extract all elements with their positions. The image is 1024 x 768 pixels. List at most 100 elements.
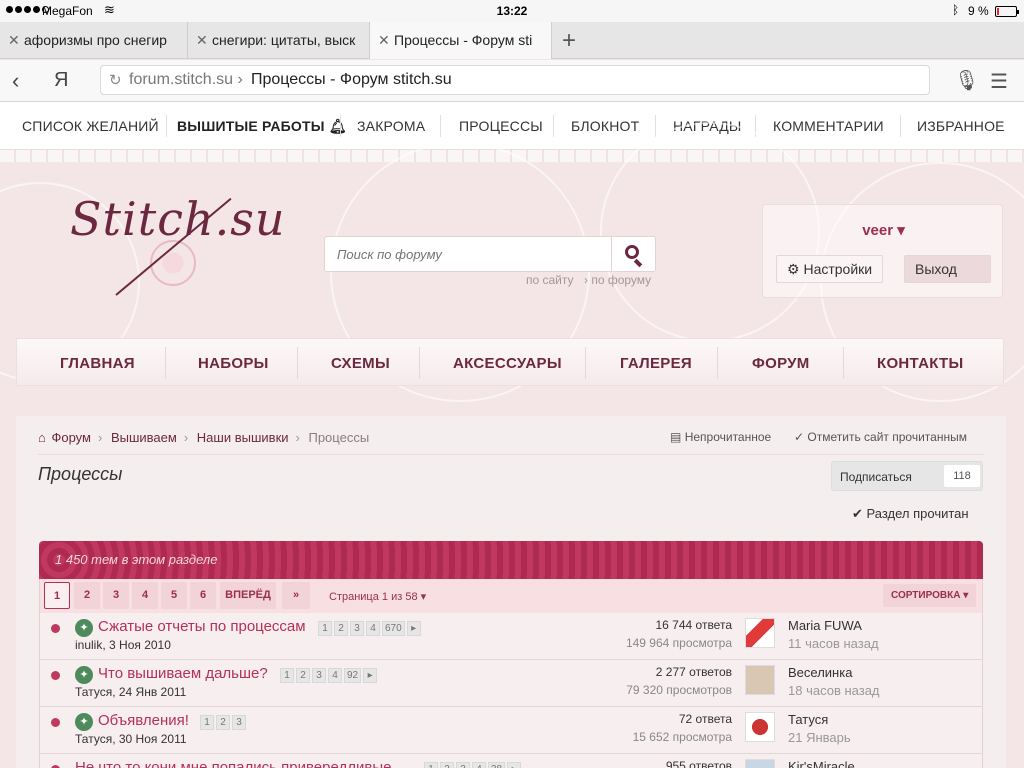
- thread-page-link[interactable]: 3: [232, 715, 246, 730]
- thread-page-link[interactable]: 2: [440, 762, 454, 768]
- gear-icon: ⚙: [787, 261, 800, 277]
- username-dropdown[interactable]: veer ▾: [763, 221, 1004, 239]
- search-input[interactable]: [325, 237, 611, 271]
- page-5[interactable]: 5: [161, 582, 187, 609]
- thread-page-link[interactable]: 3: [312, 668, 326, 683]
- nav-gallery[interactable]: ГАЛЕРЕЯ: [620, 355, 692, 372]
- sort-dropdown[interactable]: СОРТИРОВКА ▾: [883, 584, 977, 607]
- last-poster[interactable]: Татуся: [788, 712, 828, 727]
- next-page-button[interactable]: ВПЕРЁД: [220, 582, 276, 609]
- thread-page-link[interactable]: 670: [382, 621, 405, 636]
- nav-contacts[interactable]: КОНТАКТЫ: [877, 355, 963, 372]
- thread-page-link[interactable]: 1: [200, 715, 214, 730]
- topnav-notepad[interactable]: БЛОКНОТ: [571, 118, 639, 134]
- thread-page-link[interactable]: 1: [424, 762, 438, 768]
- thread-page-link[interactable]: 3: [350, 621, 364, 636]
- breadcrumb-forum[interactable]: Форум: [51, 430, 91, 445]
- nav-home[interactable]: ГЛАВНАЯ: [60, 355, 135, 372]
- thread-row[interactable]: ✦ Сжатые отчеты по процессам 1 2 3 4 670 ▸ in…: [39, 613, 983, 660]
- thread-page-link[interactable]: 4: [366, 621, 380, 636]
- search-scope-forum[interactable]: › по форуму: [584, 273, 651, 287]
- topnav-comments[interactable]: КОММЕНТАРИИ: [773, 118, 884, 134]
- battery-level: [997, 8, 999, 15]
- yandex-icon[interactable]: Я: [54, 69, 68, 92]
- close-tab-icon[interactable]: ✕: [8, 22, 20, 59]
- last-poster[interactable]: Kir'sMiracle: [788, 759, 855, 768]
- unread-link[interactable]: ▤ Непрочитанное: [670, 430, 771, 444]
- avatar[interactable]: [745, 759, 775, 768]
- thread-row[interactable]: ✦ Объявления! 123 Татуся, 30 Ноя 2011 72…: [39, 707, 983, 754]
- page-3[interactable]: 3: [103, 582, 129, 609]
- thread-row[interactable]: Не что то кони мне попались привередливы…: [39, 754, 983, 768]
- page-2[interactable]: 2: [74, 582, 100, 609]
- logout-button[interactable]: Выход: [904, 255, 991, 283]
- tab-active[interactable]: ✕ Процессы - Форум sti: [370, 22, 552, 59]
- thread-title[interactable]: Сжатые отчеты по процессам: [98, 618, 306, 635]
- topnav-processes[interactable]: ПРОЦЕССЫ: [459, 118, 543, 134]
- thread-author-date: inulik, 3 Ноя 2010: [75, 638, 171, 652]
- thread-title[interactable]: Не что то кони мне попались привередливы…: [75, 759, 404, 768]
- topnav-stash[interactable]: ЗАКРОМА: [357, 118, 425, 134]
- mark-read-link[interactable]: ✓ Отметить сайт прочитанным: [794, 430, 967, 444]
- thread-title[interactable]: Что вышиваем дальше?: [98, 665, 268, 682]
- page-6[interactable]: 6: [190, 582, 216, 609]
- thread-page-link[interactable]: 1: [318, 621, 332, 636]
- page-1[interactable]: 1: [44, 582, 70, 609]
- tab-title: афоризмы про снегир: [24, 32, 167, 48]
- topnav-favorites[interactable]: ИЗБРАННОЕ: [917, 118, 1005, 134]
- avatar[interactable]: [745, 712, 775, 742]
- last-poster[interactable]: Веселинка: [788, 665, 852, 680]
- close-tab-icon[interactable]: ✕: [196, 22, 208, 59]
- thread-page-link[interactable]: 38: [488, 762, 506, 768]
- last-post-time[interactable]: 21 Январь: [788, 730, 851, 745]
- thread-page-link[interactable]: 4: [472, 762, 486, 768]
- url-field[interactable]: ↻ forum.stitch.su › Процессы - Форум sti…: [100, 65, 930, 95]
- search-scope-site[interactable]: по сайту: [526, 273, 574, 287]
- tab[interactable]: ✕ снегири: цитаты, выск: [188, 22, 370, 59]
- back-icon[interactable]: ‹: [12, 68, 19, 94]
- site-logo[interactable]: Stitch.su: [70, 192, 285, 246]
- page-jump-dropdown[interactable]: Страница 1 из 58 ▾: [329, 590, 426, 603]
- last-page-button[interactable]: »: [282, 582, 310, 609]
- home-icon: ⌂: [38, 430, 46, 445]
- last-post-time[interactable]: 18 часов назад: [788, 683, 880, 698]
- topnav-embroidered[interactable]: ВЫШИТЫЕ РАБОТЫ 🔔︎: [177, 118, 347, 135]
- thread-page-arrow[interactable]: ▸: [363, 668, 378, 683]
- subscriber-count: 118: [944, 465, 980, 487]
- avatar[interactable]: [745, 665, 775, 695]
- new-tab-button[interactable]: +: [562, 22, 576, 59]
- thread-page-link[interactable]: 92: [344, 668, 362, 683]
- topnav-wishlist[interactable]: СПИСОК ЖЕЛАНИЙ: [22, 118, 159, 134]
- last-poster[interactable]: Maria FUWA: [788, 618, 862, 633]
- thread-title[interactable]: Объявления!: [98, 712, 189, 729]
- breadcrumb-embroider[interactable]: Вышиваем: [111, 430, 177, 445]
- breadcrumb-our-works[interactable]: Наши вышивки: [197, 430, 289, 445]
- thread-page-link[interactable]: 4: [328, 668, 342, 683]
- reload-icon[interactable]: ↻: [109, 71, 122, 89]
- microphone-icon[interactable]: 🎙: [954, 68, 979, 93]
- thread-page-link[interactable]: 2: [334, 621, 348, 636]
- thread-page-link[interactable]: 1: [280, 668, 294, 683]
- menu-icon[interactable]: ☰: [990, 69, 1008, 94]
- reply-count: 2 277 ответов: [655, 665, 732, 679]
- settings-button[interactable]: ⚙ Настройки: [776, 255, 884, 283]
- nav-accessories[interactable]: АКСЕССУАРЫ: [453, 355, 562, 372]
- thread-row[interactable]: ✦ Что вышиваем дальше? 1 2 3 4 92 ▸ Татуся, 2…: [39, 660, 983, 707]
- subscribe-button[interactable]: Подписаться 118: [831, 461, 983, 491]
- tab[interactable]: ✕ афоризмы про снегир: [0, 22, 188, 59]
- thread-page-link[interactable]: 3: [456, 762, 470, 768]
- user-panel: veer ▾ ⚙ Настройки Выход: [762, 204, 1003, 298]
- nav-forum[interactable]: ФОРУМ: [752, 355, 810, 372]
- section-read-status[interactable]: ✔ Раздел прочитан: [852, 506, 969, 522]
- avatar[interactable]: [745, 618, 775, 648]
- close-tab-icon[interactable]: ✕: [378, 22, 390, 59]
- last-post-time[interactable]: 11 часов назад: [788, 636, 879, 651]
- thread-page-link[interactable]: 2: [296, 668, 310, 683]
- thread-page-link[interactable]: 2: [216, 715, 230, 730]
- thread-page-arrow[interactable]: ▸: [406, 621, 421, 636]
- search-button[interactable]: [611, 237, 655, 271]
- nav-kits[interactable]: НАБОРЫ: [198, 355, 269, 372]
- nav-patterns[interactable]: СХЕМЫ: [331, 355, 390, 372]
- page-4[interactable]: 4: [132, 582, 158, 609]
- thread-page-arrow[interactable]: ▸: [507, 762, 522, 768]
